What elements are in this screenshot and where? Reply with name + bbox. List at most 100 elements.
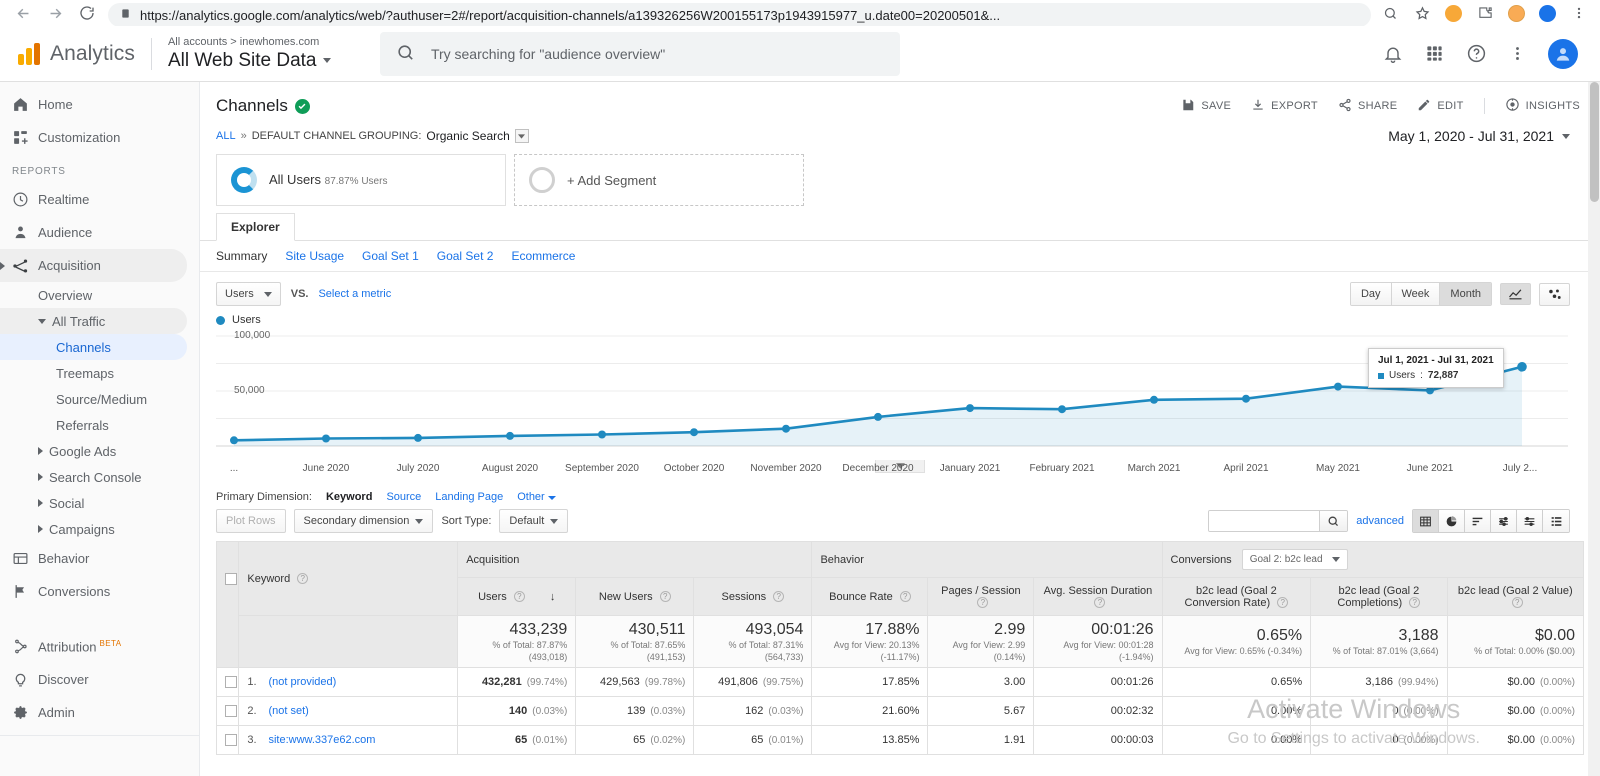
scrollbar-thumb[interactable] [1590,82,1599,202]
line-chart-icon[interactable] [1500,283,1531,305]
tab-explorer[interactable]: Explorer [216,213,295,241]
row-checkbox[interactable] [225,676,237,689]
dimension-other[interactable]: Other [517,491,556,503]
dimension-column-header[interactable]: Keyword ? [238,541,459,616]
save-button[interactable]: SAVE [1181,98,1231,115]
comparison-view-icon[interactable] [1491,510,1517,532]
scatter-plot-icon[interactable] [1539,282,1570,306]
sidebar-item-behavior[interactable]: Behavior [0,542,199,575]
pivot-view-icon[interactable] [1517,510,1543,532]
sidebar-item-social[interactable]: Social [0,490,199,516]
tab-goal-set-1[interactable]: Goal Set 1 [362,249,419,263]
column-header-goal2-conversion-rate[interactable]: b2c lead (Goal 2 Conversion Rate) ? [1161,577,1312,616]
column-header-avg-session-duration[interactable]: Avg. Session Duration ? [1033,577,1163,616]
avatar[interactable] [1548,38,1578,69]
sidebar-item-all-traffic[interactable]: All Traffic [0,308,187,334]
profile-avatar-icon[interactable] [1539,4,1556,22]
pie-chart-view-icon[interactable] [1439,510,1465,532]
tab-ecommerce[interactable]: Ecommerce [511,249,575,263]
granularity-week[interactable]: Week [1391,283,1441,305]
column-header-new-users[interactable]: New Users ? [575,577,695,616]
sidebar-item-admin[interactable]: Admin [0,696,199,729]
secondary-dimension-button[interactable]: Secondary dimension [293,509,434,533]
column-header-goal2-completions[interactable]: b2c lead (Goal 2 Completions) ? [1310,577,1448,616]
row-keyword-link[interactable]: (not set) [268,705,308,717]
insights-button[interactable]: INSIGHTS [1505,97,1580,115]
date-range-picker[interactable]: May 1, 2020 - Jul 31, 2021 [1388,128,1584,144]
sidebar-item-conversions[interactable]: Conversions [0,575,199,608]
help-circle-icon[interactable] [1466,43,1487,64]
sidebar-item-customization[interactable]: Customization [0,121,199,154]
bell-icon[interactable] [1383,44,1403,64]
dimension-source[interactable]: Source [386,491,421,503]
account-selector[interactable]: All accounts > inewhomes.com All Web Sit… [168,35,348,73]
add-segment-button[interactable]: + Add Segment [514,154,804,206]
column-header-goal2-value[interactable]: b2c lead (Goal 2 Value) ? [1446,577,1585,616]
metric-select[interactable]: Users [216,282,281,306]
extension-avatar-icon[interactable] [1508,4,1525,22]
segment-all-users[interactable]: All Users 87.87% Users [216,154,506,206]
help-icon[interactable]: ? [513,591,525,603]
bookmark-star-icon[interactable] [1413,4,1431,22]
row-checkbox[interactable] [225,734,237,747]
granularity-month[interactable]: Month [1440,283,1491,305]
select-all-checkbox[interactable] [225,572,237,585]
sidebar-item-campaigns[interactable]: Campaigns [0,516,199,542]
performance-view-icon[interactable] [1465,510,1491,532]
forward-arrow-icon[interactable] [44,2,66,24]
table-view-icon[interactable] [1413,510,1439,532]
table-row[interactable]: 2. (not set) 140 (0.03%) 139 (0.03%) 162 (0… [215,696,1585,726]
help-icon[interactable]: ? [1409,597,1421,609]
row-keyword-link[interactable]: (not provided) [268,676,336,688]
sidebar-item-discover[interactable]: Discover [0,663,199,696]
column-header-bounce-rate[interactable]: Bounce Rate ? [811,577,929,616]
sidebar-item-referrals[interactable]: Referrals [0,412,199,438]
help-icon[interactable]: ? [1094,597,1106,609]
sidebar-item-overview[interactable]: Overview [0,282,199,308]
sort-desc-icon[interactable]: ↓ [550,591,556,603]
sidebar-item-acquisition[interactable]: Acquisition [0,249,187,282]
sidebar-item-channels[interactable]: Channels [0,334,187,360]
address-bar[interactable]: https://analytics.google.com/analytics/w… [108,3,1371,26]
column-header-sessions[interactable]: Sessions ? [693,577,813,616]
plot-rows-button[interactable]: Plot Rows [216,509,286,533]
site-info-icon[interactable] [120,7,131,23]
goal-selector[interactable]: Goal 2: b2c lead [1241,549,1348,570]
sort-type-select[interactable]: Default [499,509,569,533]
help-icon[interactable]: ? [773,591,785,603]
table-search-input[interactable] [1209,511,1320,531]
term-cloud-icon[interactable] [1543,510,1569,532]
table-row[interactable]: 3. site:www.337e62.com 65 (0.01%) 65 (0.02… [215,725,1585,755]
sidebar-item-source-medium[interactable]: Source/Medium [0,386,199,412]
chevron-down-icon[interactable] [514,129,529,143]
puzzle-piece-icon[interactable] [1476,4,1494,22]
sidebar-item-search-console[interactable]: Search Console [0,464,199,490]
page-scrollbar[interactable] [1588,82,1600,776]
edit-button[interactable]: EDIT [1417,98,1463,115]
tab-site-usage[interactable]: Site Usage [285,249,344,263]
vertical-dots-icon[interactable] [1509,45,1526,62]
share-button[interactable]: SHARE [1338,98,1397,115]
table-search[interactable] [1208,510,1349,532]
table-row[interactable]: 1. (not provided) 432,281 (99.74%) 429,56… [215,667,1585,697]
advanced-filter-link[interactable]: advanced [1356,515,1404,527]
extension-orange-icon[interactable] [1445,4,1462,22]
sidebar-item-audience[interactable]: Audience [0,216,199,249]
column-header-pages-session[interactable]: Pages / Session ? [927,577,1035,616]
tab-summary[interactable]: Summary [216,249,267,263]
back-arrow-icon[interactable] [12,2,34,24]
sidebar-item-realtime[interactable]: Realtime [0,183,199,216]
sidebar-item-treemaps[interactable]: Treemaps [0,360,199,386]
search-icon[interactable] [1319,511,1348,531]
sidebar-item-google-ads[interactable]: Google Ads [0,438,199,464]
row-keyword-link[interactable]: site:www.337e62.com [268,734,375,746]
reload-icon[interactable] [76,2,98,24]
sidebar-item-home[interactable]: Home [0,88,199,121]
dimension-landing-page[interactable]: Landing Page [435,491,503,503]
view-selector[interactable]: All Web Site Data [168,49,348,73]
help-icon[interactable]: ? [1277,597,1289,609]
dimension-keyword[interactable]: Keyword [326,491,372,503]
search-input[interactable]: Try searching for "audience overview" [379,31,900,76]
export-button[interactable]: EXPORT [1251,98,1318,115]
breadcrumb-all[interactable]: ALL [216,130,236,142]
